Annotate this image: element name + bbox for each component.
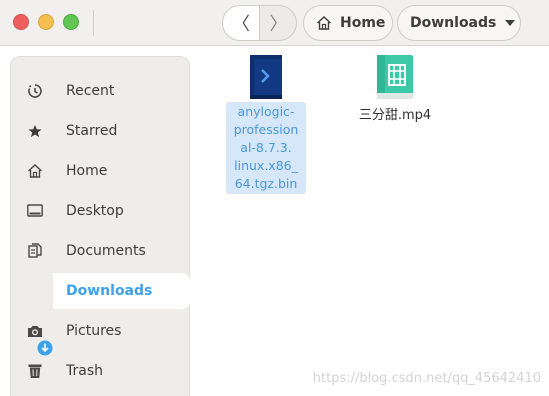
- file-name-line: linux.x86_: [234, 158, 298, 173]
- back-button[interactable]: 〈: [223, 6, 260, 40]
- chevron-right-icon: 〉: [269, 14, 288, 35]
- breadcrumb-home[interactable]: Home: [303, 5, 393, 41]
- recent-icon: [27, 83, 43, 99]
- sidebar-item-label: Pictures: [66, 323, 122, 339]
- file-name-line: anylogic-: [237, 104, 295, 119]
- header-bar: 〈 〉 Home Downloads: [0, 0, 549, 46]
- breadcrumb-home-label: Home: [340, 15, 386, 31]
- sidebar-item-label: Downloads: [66, 283, 153, 299]
- sidebar-item-documents[interactable]: Documents: [11, 233, 191, 269]
- sidebar-item-label: Home: [66, 163, 108, 179]
- breadcrumb-downloads-label: Downloads: [410, 15, 497, 31]
- file-name: anylogic- profession al-8.7.3. linux.x86…: [226, 102, 306, 194]
- camera-icon: [27, 323, 43, 339]
- desktop-icon: [27, 203, 43, 219]
- sidebar-item-trash[interactable]: Trash: [11, 353, 191, 389]
- close-window-button[interactable]: [13, 14, 29, 30]
- file-name: 三分甜.mp4: [358, 108, 432, 123]
- sidebar-item-label: Desktop: [66, 203, 124, 219]
- sidebar-item-downloads[interactable]: Downloads: [53, 273, 191, 309]
- sidebar-item-label: Trash: [66, 363, 103, 379]
- chevron-left-icon: 〈: [232, 14, 250, 35]
- sidebar-item-label: Documents: [66, 243, 146, 259]
- trash-icon: [27, 363, 43, 379]
- forward-button[interactable]: 〉: [260, 6, 296, 40]
- video-file-icon: [377, 55, 413, 99]
- sidebar-item-home[interactable]: Home: [11, 153, 191, 189]
- sidebar-item-label: Starred: [66, 123, 118, 139]
- sidebar-item-pictures[interactable]: Pictures: [11, 313, 191, 349]
- executable-icon: [248, 55, 284, 99]
- sidebar-item-starred[interactable]: Starred: [11, 113, 191, 149]
- sidebar-item-desktop[interactable]: Desktop: [11, 193, 191, 229]
- watermark: https://blog.csdn.net/qq_45642410: [312, 371, 541, 386]
- file-name-line: 64.tgz.bin: [234, 176, 298, 191]
- header-separator: [93, 10, 94, 36]
- file-item[interactable]: 三分甜.mp4: [348, 55, 442, 123]
- file-name-line: al-8.7.3.: [240, 140, 292, 155]
- sidebar: Recent Starred Home Desktop Documents Do…: [10, 56, 191, 396]
- chevron-down-icon[interactable]: [505, 20, 516, 26]
- star-icon: [27, 123, 43, 139]
- file-name-line: profession: [233, 122, 299, 137]
- home-icon: [317, 16, 331, 30]
- nav-button-group: 〈 〉: [222, 5, 297, 41]
- sidebar-item-recent[interactable]: Recent: [11, 73, 191, 109]
- home-icon: [27, 163, 43, 179]
- sidebar-item-label: Recent: [66, 83, 115, 99]
- documents-icon: [27, 243, 43, 259]
- file-item[interactable]: anylogic- profession al-8.7.3. linux.x86…: [224, 55, 308, 194]
- maximize-window-button[interactable]: [63, 14, 79, 30]
- minimize-window-button[interactable]: [38, 14, 54, 30]
- breadcrumb-downloads[interactable]: Downloads: [397, 5, 521, 41]
